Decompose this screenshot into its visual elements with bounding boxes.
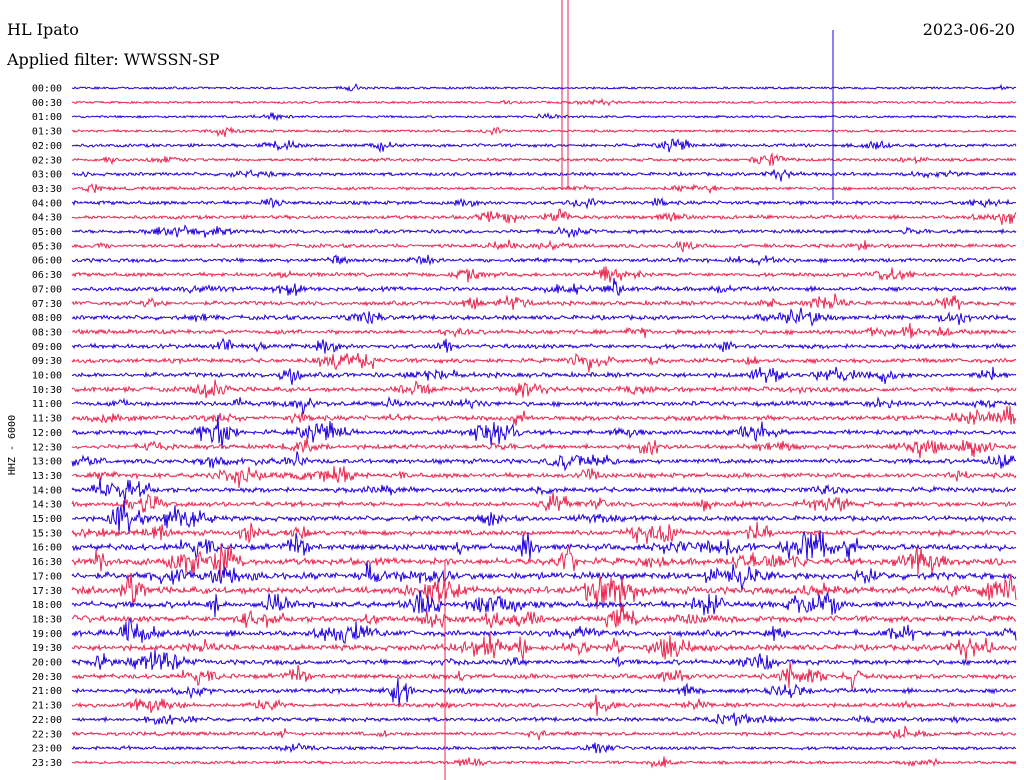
time-tick-0130: 01:30 [32, 127, 62, 138]
time-tick-0400: 04:00 [32, 198, 62, 209]
time-tick-1600: 16:00 [32, 543, 62, 554]
time-tick-1500: 15:00 [32, 514, 62, 525]
trace-0000 [71, 83, 1017, 92]
time-tick-labels: 00:00 00:30 01:00 01:30 02:00 02:30 03:00 03:30… [32, 84, 62, 769]
time-tick-0300: 03:00 [32, 170, 62, 181]
trace-2000 [71, 649, 1017, 670]
trace-2230 [71, 725, 1017, 741]
time-tick-0100: 01:00 [32, 112, 62, 123]
time-tick-1900: 19:00 [32, 629, 62, 640]
trace-0500 [71, 224, 1017, 239]
trace-0430 [71, 208, 1017, 226]
trace-0730 [71, 293, 1017, 311]
trace-1800 [71, 590, 1017, 618]
time-tick-1300: 13:00 [32, 457, 62, 468]
time-tick-0230: 02:30 [32, 155, 62, 166]
trace-0330 [71, 183, 1017, 194]
time-tick-0530: 05:30 [32, 241, 62, 252]
trace-0600 [71, 254, 1017, 267]
time-tick-0730: 07:30 [32, 299, 62, 310]
trace-1230 [71, 436, 1017, 459]
time-tick-2030: 20:30 [32, 672, 62, 683]
time-tick-0800: 08:00 [32, 313, 62, 324]
time-tick-1630: 16:30 [32, 557, 62, 568]
time-tick-0900: 09:00 [32, 342, 62, 353]
trace-1000 [71, 366, 1017, 385]
time-tick-0000: 00:00 [32, 84, 62, 95]
time-tick-2300: 23:00 [32, 744, 62, 755]
time-tick-1400: 14:00 [32, 485, 62, 496]
time-tick-2130: 21:30 [32, 701, 62, 712]
trace-1030 [71, 379, 1017, 399]
trace-2030 [71, 661, 1017, 690]
time-tick-1330: 13:30 [32, 471, 62, 482]
trace-0930 [71, 352, 1017, 373]
time-tick-0930: 09:30 [32, 356, 62, 367]
time-tick-1100: 11:00 [32, 399, 62, 410]
time-tick-1000: 10:00 [32, 371, 62, 382]
trace-0630 [71, 266, 1017, 283]
trace-2300 [71, 742, 1017, 754]
trace-0200 [71, 138, 1017, 154]
trace-1930 [71, 632, 1017, 662]
trace-0530 [71, 239, 1017, 253]
time-tick-0330: 03:30 [32, 184, 62, 195]
trace-1300 [71, 451, 1017, 472]
time-tick-1700: 17:00 [32, 571, 62, 582]
helicorder-plot: 00:00 00:30 01:00 01:30 02:00 02:30 03:00 03:30… [32, 0, 1017, 780]
trace-1430 [71, 492, 1017, 513]
trace-1130 [71, 405, 1017, 426]
time-tick-0030: 00:30 [32, 98, 62, 109]
time-tick-0430: 04:30 [32, 213, 62, 224]
time-tick-1800: 18:00 [32, 600, 62, 611]
trace-2200 [71, 712, 1017, 727]
time-tick-0200: 02:00 [32, 141, 62, 152]
time-tick-2230: 22:30 [32, 729, 62, 740]
time-tick-0830: 08:30 [32, 327, 62, 338]
trace-1330 [71, 466, 1017, 489]
time-tick-1930: 19:30 [32, 643, 62, 654]
time-tick-1730: 17:30 [32, 586, 62, 597]
trace-0700 [71, 277, 1017, 296]
trace-0030 [71, 97, 1017, 107]
trace-0230 [71, 152, 1017, 166]
trace-0130 [71, 126, 1017, 138]
trace-1400 [71, 478, 1017, 504]
trace-2100 [71, 677, 1017, 707]
time-tick-2200: 22:00 [32, 715, 62, 726]
trace-0900 [71, 337, 1017, 354]
time-tick-0630: 06:30 [32, 270, 62, 281]
trace-0100 [71, 111, 1017, 122]
time-tick-0600: 06:00 [32, 256, 62, 267]
trace-0800 [71, 307, 1017, 327]
time-tick-1130: 11:30 [32, 414, 62, 425]
time-tick-1830: 18:30 [32, 614, 62, 625]
trace-1530 [71, 521, 1017, 545]
time-tick-0500: 05:00 [32, 227, 62, 238]
trace-1100 [71, 396, 1017, 415]
trace-0300 [71, 168, 1017, 182]
time-tick-2330: 23:30 [32, 758, 62, 769]
time-tick-2100: 21:00 [32, 686, 62, 697]
trace-0400 [71, 196, 1017, 210]
time-tick-1430: 14:30 [32, 500, 62, 511]
trace-2330 [71, 756, 1017, 769]
time-tick-0700: 07:00 [32, 284, 62, 295]
time-tick-1200: 12:00 [32, 428, 62, 439]
time-tick-1230: 12:30 [32, 442, 62, 453]
time-tick-1530: 15:30 [32, 528, 62, 539]
seismic-traces [71, 0, 1017, 780]
trace-1600 [71, 530, 1017, 561]
trace-0830 [71, 323, 1017, 339]
trace-2130 [71, 694, 1017, 716]
time-tick-1030: 10:30 [32, 385, 62, 396]
time-tick-2000: 20:00 [32, 658, 62, 669]
